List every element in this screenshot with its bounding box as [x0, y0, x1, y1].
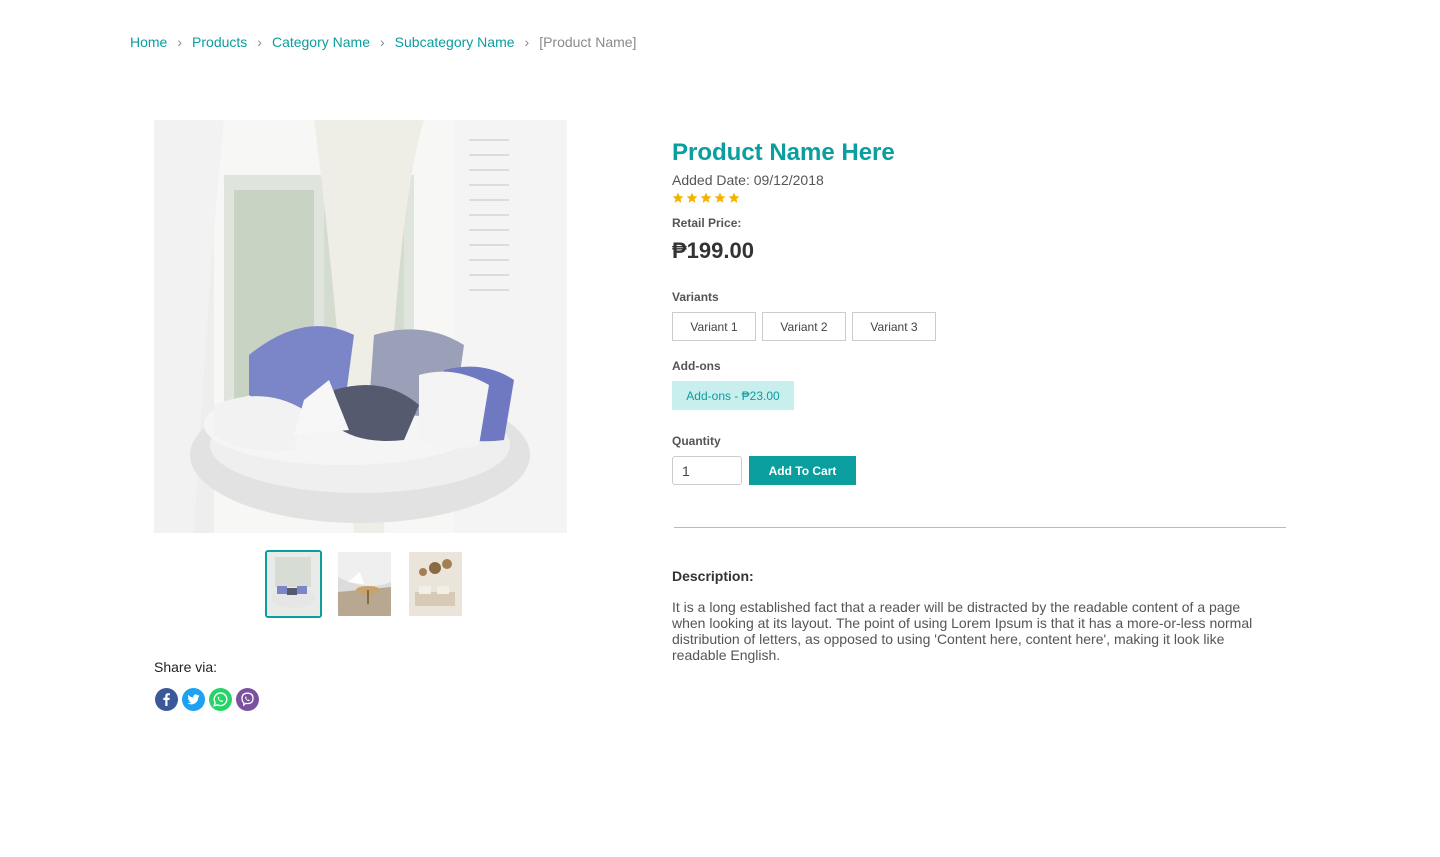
breadcrumb-products-link[interactable]: Products [192, 34, 247, 50]
added-date: Added Date: 09/12/2018 [672, 172, 824, 188]
product-name: Product Name Here [672, 139, 895, 166]
breadcrumb-subcategory-link[interactable]: Subcategory Name [395, 34, 515, 50]
twitter-icon[interactable] [182, 688, 205, 711]
description-text: It is a long established fact that a rea… [672, 599, 1253, 663]
variant-1-button[interactable]: Variant 1 [672, 312, 756, 341]
add-to-cart-button[interactable]: Add To Cart [749, 456, 856, 485]
variant-3-button[interactable]: Variant 3 [852, 312, 936, 341]
description-title: Description: [672, 568, 754, 584]
viber-icon[interactable] [236, 688, 259, 711]
quantity-row: Add To Cart [672, 456, 1286, 485]
star-icon [700, 192, 712, 203]
thumbnail-2[interactable] [336, 550, 393, 618]
star-icon [672, 192, 684, 203]
variant-options: Variant 1 Variant 2 Variant 3 [672, 312, 1286, 341]
facebook-icon[interactable] [155, 688, 178, 711]
breadcrumb-category-link[interactable]: Category Name [272, 34, 370, 50]
thumbnail-1[interactable] [265, 550, 322, 618]
star-rating [672, 192, 1286, 204]
breadcrumb: Home › Products › Category Name › Subcat… [130, 34, 636, 50]
breadcrumb-separator: › [380, 34, 385, 50]
breadcrumb-separator: › [524, 34, 530, 50]
breadcrumb-current: [Product Name] [539, 34, 637, 50]
star-icon [728, 192, 740, 203]
variant-2-button[interactable]: Variant 2 [762, 312, 846, 341]
breadcrumb-home-link[interactable]: Home [130, 34, 167, 50]
whatsapp-icon[interactable] [209, 688, 232, 711]
share-label: Share via: [154, 659, 218, 675]
quantity-label: Quantity [672, 434, 721, 448]
addons-label: Add-ons [672, 359, 721, 373]
product-price: ₱199.00 [672, 238, 754, 263]
divider [674, 527, 1286, 528]
product-main-image[interactable] [154, 120, 567, 533]
star-icon [714, 192, 726, 203]
quantity-input[interactable] [672, 456, 742, 485]
breadcrumb-separator: › [257, 34, 262, 50]
thumbnail-3[interactable] [407, 550, 464, 618]
product-info: Product Name Here Added Date: 09/12/2018… [672, 140, 1286, 485]
breadcrumb-separator: › [177, 34, 183, 50]
variants-label: Variants [672, 290, 719, 304]
addon-button[interactable]: Add-ons - ₱23.00 [672, 381, 794, 410]
star-icon [686, 192, 698, 203]
thumbnail-strip [265, 550, 464, 618]
retail-price-label: Retail Price: [672, 216, 742, 230]
share-icons [155, 688, 259, 711]
